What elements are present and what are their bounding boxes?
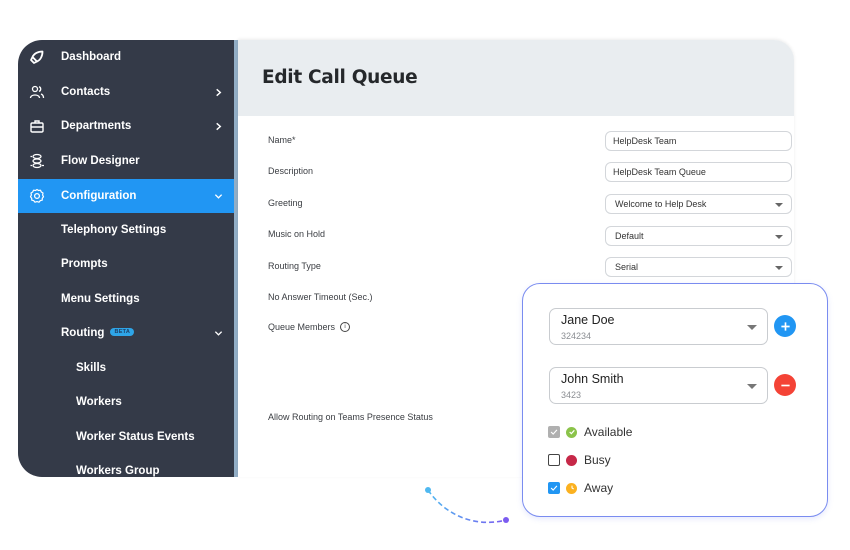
check-circle-icon	[566, 426, 577, 438]
gear-icon	[28, 187, 46, 205]
busy-checkbox[interactable]	[548, 454, 560, 466]
name-label: Name*	[268, 135, 296, 145]
member-select[interactable]: John Smith 3423	[549, 367, 768, 404]
sidebar-item-label: Workers Group	[76, 465, 160, 477]
no-answer-timeout-label: No Answer Timeout (Sec.)	[268, 292, 373, 302]
name-input[interactable]: HelpDesk Team	[605, 131, 792, 151]
away-checkbox[interactable]	[548, 482, 560, 494]
plus-icon	[780, 321, 790, 331]
sidebar-item-label: Dashboard	[61, 51, 122, 63]
chevron-down-icon	[213, 191, 223, 201]
connector-end-dot	[503, 517, 509, 523]
queue-members-card: Jane Doe 324234 John Smith 3423 Availabl…	[522, 283, 828, 517]
sidebar-item-label: Routing	[61, 327, 105, 339]
info-icon[interactable]: i	[340, 322, 351, 332]
sidebar-item-label: Worker Status Events	[76, 431, 195, 443]
music-on-hold-select-value: Default	[615, 231, 644, 241]
caret-down-icon	[775, 235, 783, 239]
allow-routing-teams-label: Allow Routing on Teams Presence Status	[268, 412, 433, 422]
member-id: 3423	[561, 390, 582, 400]
name-input-value: HelpDesk Team	[613, 136, 677, 146]
remove-member-button[interactable]	[774, 374, 796, 396]
routing-type-select-value: Serial	[615, 262, 639, 272]
beta-badge: BETA	[110, 328, 135, 336]
sidebar-item-label: Skills	[76, 362, 107, 374]
description-label: Description	[268, 166, 314, 176]
sidebar-item-label: Departments	[61, 120, 132, 132]
sidebar-item-menu-settings[interactable]: Menu Settings	[18, 282, 234, 316]
sidebar-item-routing[interactable]: Routing BETA	[18, 316, 234, 350]
sidebar-item-label: Workers	[76, 396, 122, 408]
status-option-busy: Busy	[548, 452, 611, 468]
busy-dot-icon	[566, 454, 577, 466]
status-label: Away	[584, 481, 614, 495]
sidebar-item-flow-designer[interactable]: Flow Designer	[18, 144, 234, 178]
sidebar-item-skills[interactable]: Skills	[18, 351, 234, 385]
chevron-right-icon	[213, 121, 223, 131]
member-id: 324234	[561, 331, 592, 341]
sidebar-item-telephony-settings[interactable]: Telephony Settings	[18, 213, 234, 247]
routing-type-label: Routing Type	[268, 261, 321, 271]
caret-down-icon	[775, 203, 783, 207]
users-icon	[28, 83, 46, 101]
description-input-value: HelpDesk Team Queue	[613, 167, 706, 177]
status-option-available: Available	[548, 424, 632, 440]
member-name: Jane Doe	[561, 313, 615, 327]
sidebar: Dashboard Contacts Departments Flow Desi…	[18, 40, 234, 477]
queue-members-label: Queue Members i	[268, 322, 351, 332]
status-option-away: Away	[548, 480, 613, 496]
sidebar-item-label: Menu Settings	[61, 293, 140, 305]
chevron-down-icon	[213, 328, 223, 338]
greeting-select[interactable]: Welcome to Help Desk	[605, 194, 792, 214]
check-icon	[550, 429, 558, 435]
add-member-button[interactable]	[774, 315, 796, 337]
briefcase-icon	[28, 117, 46, 135]
page-header: Edit Call Queue	[238, 40, 794, 116]
sidebar-item-worker-status-events[interactable]: Worker Status Events	[18, 420, 234, 454]
caret-down-icon	[747, 325, 757, 330]
sidebar-item-label: Telephony Settings	[61, 224, 167, 236]
rocket-icon	[28, 48, 46, 66]
flow-icon	[28, 152, 46, 170]
available-checkbox[interactable]	[548, 426, 560, 438]
music-on-hold-label: Music on Hold	[268, 229, 326, 239]
connector-start-dot	[425, 487, 431, 493]
member-select[interactable]: Jane Doe 324234	[549, 308, 768, 345]
sidebar-item-departments[interactable]: Departments	[18, 109, 234, 143]
sidebar-item-label: Flow Designer	[61, 155, 140, 167]
sidebar-item-label: Contacts	[61, 86, 111, 98]
chevron-right-icon	[213, 87, 223, 97]
status-label: Available	[584, 425, 633, 439]
sidebar-item-configuration[interactable]: Configuration	[18, 179, 234, 213]
sidebar-item-label: Configuration	[61, 190, 137, 202]
check-icon	[550, 485, 558, 491]
status-label: Busy	[584, 453, 611, 467]
minus-icon	[780, 384, 790, 386]
description-input[interactable]: HelpDesk Team Queue	[605, 162, 792, 182]
page-title: Edit Call Queue	[262, 67, 418, 88]
caret-down-icon	[747, 384, 757, 389]
greeting-label: Greeting	[268, 198, 303, 208]
sidebar-item-contacts[interactable]: Contacts	[18, 75, 234, 109]
queue-members-label-text: Queue Members	[268, 322, 336, 332]
sidebar-item-label: Prompts	[61, 258, 108, 270]
clock-icon	[566, 482, 577, 494]
connector-line	[425, 487, 509, 524]
greeting-select-value: Welcome to Help Desk	[615, 199, 707, 209]
routing-type-select[interactable]: Serial	[605, 257, 792, 277]
sidebar-item-prompts[interactable]: Prompts	[18, 247, 234, 281]
sidebar-item-workers[interactable]: Workers	[18, 385, 234, 419]
caret-down-icon	[775, 266, 783, 270]
sidebar-item-routing-label: Routing BETA	[61, 327, 135, 339]
member-name: John Smith	[561, 372, 624, 386]
sidebar-item-dashboard[interactable]: Dashboard	[18, 40, 234, 74]
sidebar-item-workers-group[interactable]: Workers Group	[18, 454, 234, 477]
music-on-hold-select[interactable]: Default	[605, 226, 792, 246]
